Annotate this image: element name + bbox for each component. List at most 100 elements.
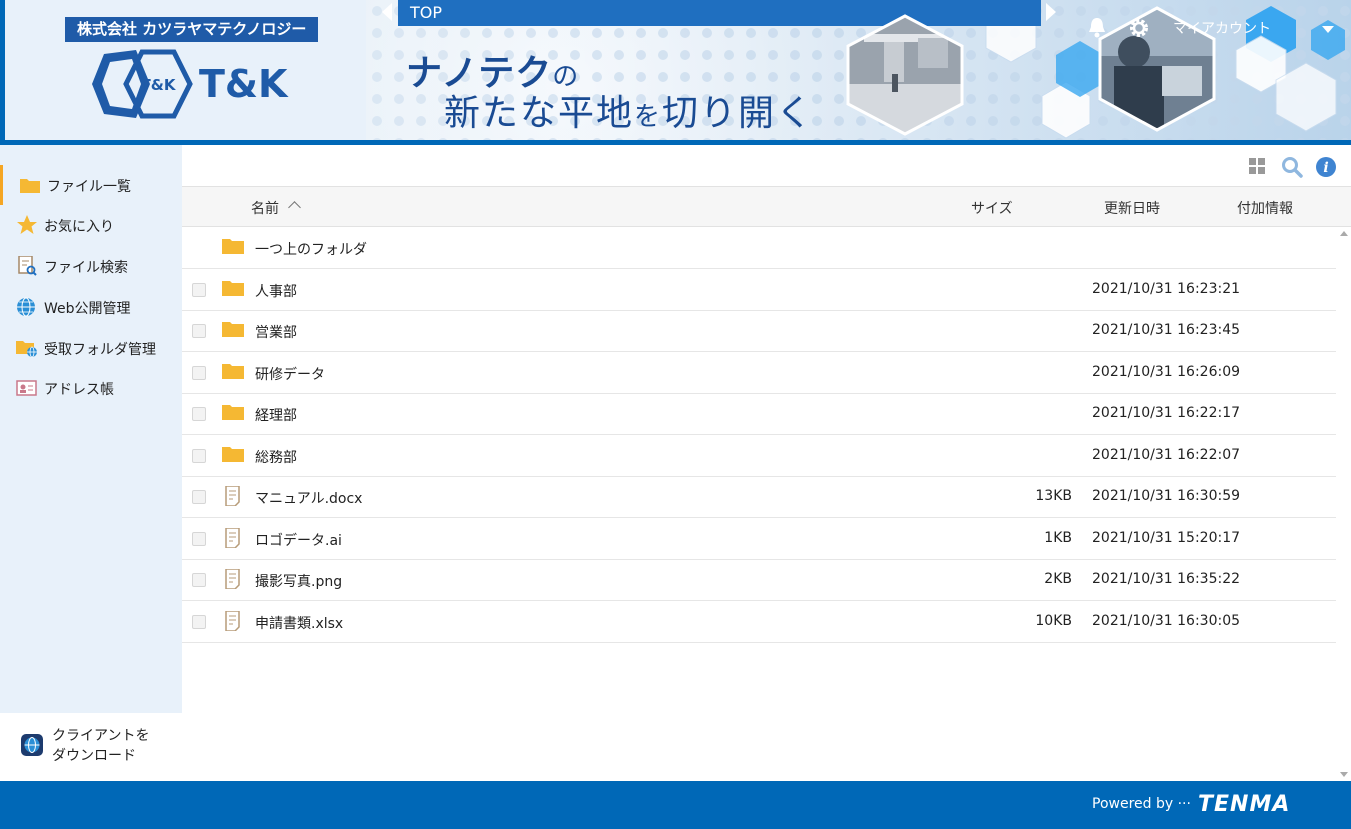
grid-view-icon[interactable]	[1249, 158, 1265, 174]
file-name[interactable]: 経理部	[255, 405, 297, 425]
sidebar: ファイル一覧 お気に入り ファイル検索 Web公開管理 受取フォルダ管理 アドレ…	[0, 145, 182, 781]
powered-by-label: Powered by ···	[1092, 796, 1191, 812]
column-header-updated[interactable]: 更新日時	[1104, 198, 1160, 218]
document-icon	[225, 569, 240, 589]
bell-icon[interactable]	[1087, 16, 1107, 38]
file-date: 2021/10/31 16:26:09	[1092, 363, 1241, 380]
file-list-panel: i 名前 サイズ 更新日時 付加情報 一つ上のフォルダ 人事部 2021/10/…	[182, 145, 1351, 781]
breadcrumb-prev-arrow-icon[interactable]	[382, 3, 392, 21]
folder-icon	[222, 280, 244, 296]
file-search-icon	[18, 256, 37, 276]
sidebar-item-label: ファイル検索	[44, 260, 128, 276]
folder-globe-icon	[16, 341, 37, 358]
machine-photo-hex	[846, 14, 964, 136]
file-name[interactable]: 総務部	[255, 447, 297, 467]
row-checkbox[interactable]	[192, 531, 206, 546]
file-name[interactable]: 撮影写真.png	[255, 571, 342, 591]
row-checkbox[interactable]	[192, 324, 206, 338]
column-header-row: 名前 サイズ 更新日時 付加情報	[182, 187, 1351, 227]
row-checkbox[interactable]	[192, 407, 206, 421]
info-icon[interactable]: i	[1315, 156, 1337, 178]
footer: Powered by ··· TENMA	[0, 781, 1351, 829]
scroll-up-arrow-icon[interactable]	[1340, 231, 1348, 236]
logo-text: T&K	[199, 62, 288, 106]
file-size: 10KB	[1035, 612, 1072, 629]
toolbar: i	[182, 145, 1351, 187]
gear-icon[interactable]	[1128, 17, 1150, 39]
sidebar-item-label: アドレス帳	[44, 382, 114, 398]
file-name[interactable]: 申請書類.xlsx	[255, 613, 343, 633]
folder-icon	[222, 405, 244, 420]
client-download-button[interactable]: クライアントを ダウンロード	[0, 713, 182, 781]
tagline-line2-b: 切り開く	[662, 93, 815, 134]
file-date: 2021/10/31 16:22:07	[1092, 446, 1241, 463]
file-size: 1KB	[1044, 529, 1072, 546]
table-row[interactable]: 経理部 2021/10/31 16:22:17	[182, 393, 1336, 435]
sidebar-item-web-publish[interactable]: Web公開管理	[0, 287, 182, 327]
sort-ascending-icon[interactable]	[288, 201, 301, 214]
column-header-name[interactable]: 名前	[251, 198, 279, 218]
folder-icon	[222, 446, 244, 462]
column-header-extra[interactable]: 付加情報	[1237, 198, 1293, 218]
file-name[interactable]: 営業部	[255, 322, 297, 342]
file-size: 2KB	[1044, 571, 1072, 587]
company-logo-icon: T&K	[92, 49, 193, 119]
parent-folder-row[interactable]: 一つ上のフォルダ	[182, 227, 1336, 269]
client-download-label: クライアントを ダウンロード	[52, 726, 149, 766]
file-date: 2021/10/31 15:20:17	[1092, 529, 1241, 546]
file-size: 13KB	[1035, 488, 1072, 504]
search-icon[interactable]	[1281, 156, 1303, 178]
sidebar-item-favorites[interactable]: お気に入り	[0, 205, 182, 245]
table-row[interactable]: 撮影写真.png 2KB 2021/10/31 16:35:22	[182, 559, 1336, 601]
tagline-line2-particle: を	[634, 102, 663, 132]
row-checkbox[interactable]	[192, 448, 206, 463]
client-download-icon	[21, 734, 43, 756]
table-row[interactable]: 研修データ 2021/10/31 16:26:09	[182, 352, 1336, 394]
file-date: 2021/10/31 16:30:05	[1092, 612, 1241, 629]
table-row[interactable]: ロゴデータ.ai 1KB 2021/10/31 15:20:17	[182, 518, 1336, 560]
file-date: 2021/10/31 16:35:22	[1092, 571, 1241, 587]
file-date: 2021/10/31 16:22:17	[1092, 405, 1241, 421]
header: 株式会社 カツラヤマテクノロジー T&K T&K TOP ナノテクの 新たな平地…	[0, 0, 1351, 145]
row-checkbox[interactable]	[192, 365, 206, 380]
scroll-down-arrow-icon[interactable]	[1340, 772, 1348, 777]
sidebar-item-address-book[interactable]: アドレス帳	[0, 368, 182, 408]
table-row[interactable]: 営業部 2021/10/31 16:23:45	[182, 310, 1336, 352]
folder-icon	[222, 363, 244, 379]
table-row[interactable]: マニュアル.docx 13KB 2021/10/31 16:30:59	[182, 476, 1336, 518]
tenma-logo: TENMA	[1198, 792, 1291, 817]
row-checkbox[interactable]	[192, 282, 206, 297]
my-account-menu[interactable]: マイアカウント	[1173, 18, 1271, 38]
file-name[interactable]: 研修データ	[255, 364, 325, 384]
row-checkbox[interactable]	[192, 573, 206, 587]
company-name: 株式会社 カツラヤマテクノロジー	[65, 17, 319, 42]
breadcrumb-next-arrow-icon[interactable]	[1046, 3, 1056, 21]
document-icon	[225, 486, 240, 506]
svg-text:i: i	[1323, 160, 1328, 176]
file-date: 2021/10/31 16:23:21	[1092, 280, 1241, 297]
sidebar-item-label: お気に入り	[44, 219, 114, 235]
chevron-down-icon[interactable]	[1322, 26, 1334, 33]
file-date: 2021/10/31 16:30:59	[1092, 488, 1241, 504]
vertical-scrollbar[interactable]	[1336, 227, 1351, 781]
sidebar-item-file-search[interactable]: ファイル検索	[0, 246, 182, 286]
row-checkbox[interactable]	[192, 614, 206, 629]
sidebar-item-label: Web公開管理	[44, 301, 131, 317]
file-name[interactable]: ロゴデータ.ai	[255, 530, 342, 550]
sidebar-item-receive-folder[interactable]: 受取フォルダ管理	[0, 328, 182, 368]
table-row[interactable]: 申請書類.xlsx 10KB 2021/10/31 16:30:05	[182, 601, 1336, 643]
download-line2: ダウンロード	[52, 748, 136, 764]
file-name[interactable]: 人事部	[255, 281, 297, 301]
tagline-line2-a: 新たな平地	[444, 93, 635, 134]
tagline-line2: 新たな平地を切り開く	[444, 84, 814, 136]
sidebar-item-file-list[interactable]: ファイル一覧	[0, 165, 182, 205]
document-icon	[225, 527, 240, 548]
logo-area: 株式会社 カツラヤマテクノロジー T&K T&K	[0, 0, 366, 145]
folder-icon	[222, 322, 244, 337]
row-checkbox[interactable]	[192, 490, 206, 504]
table-row[interactable]: 総務部 2021/10/31 16:22:07	[182, 435, 1336, 477]
column-header-size[interactable]: サイズ	[971, 198, 1013, 218]
folder-icon	[20, 179, 40, 193]
file-name[interactable]: マニュアル.docx	[255, 488, 362, 508]
table-row[interactable]: 人事部 2021/10/31 16:23:21	[182, 269, 1336, 311]
